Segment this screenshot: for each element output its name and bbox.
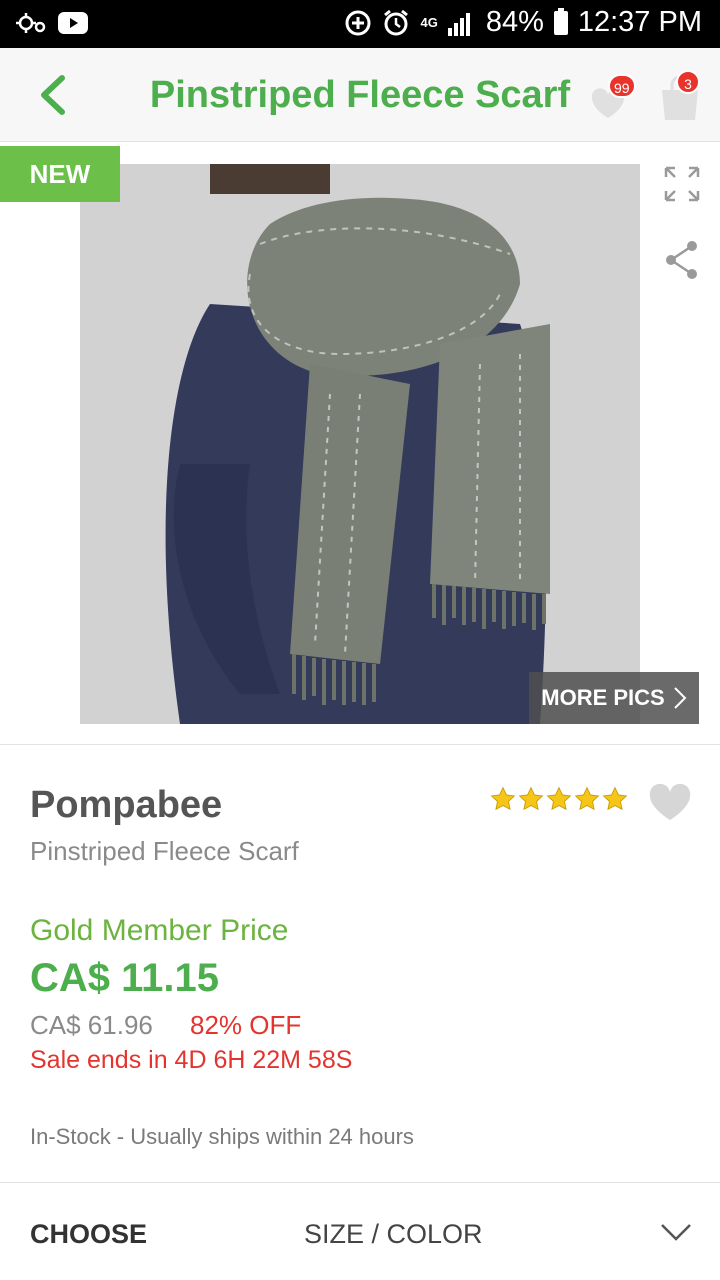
brand-name[interactable]: Pompabee (30, 784, 222, 827)
chevron-down-icon (661, 1224, 691, 1241)
star-rating[interactable] (490, 786, 628, 812)
star-icon (602, 786, 628, 811)
expand-icon (664, 166, 700, 202)
page-title: Pinstriped Fleece Scarf (149, 74, 571, 116)
chevron-right-icon (674, 687, 687, 709)
product-name: Pinstriped Fleece Scarf (30, 836, 299, 866)
more-pics-label: MORE PICS (541, 685, 665, 710)
stock-status: In-Stock - Usually ships within 24 hours (30, 1124, 414, 1149)
new-badge: NEW (0, 146, 120, 202)
star-icon (546, 786, 572, 811)
data-saver-icon (345, 10, 371, 35)
sale-countdown: Sale ends in 4D 6H 22M 58S (30, 1046, 353, 1074)
back-button[interactable] (32, 70, 80, 120)
share-icon (666, 241, 697, 279)
app-header: Pinstriped Fleece Scarf 99 3 (0, 48, 720, 142)
heart-icon (649, 783, 691, 820)
size-color-label: SIZE / COLOR (304, 1219, 483, 1249)
youtube-icon (58, 12, 88, 34)
wishlist-count-badge: 99 (608, 74, 636, 98)
share-button[interactable] (664, 240, 700, 280)
add-to-favorites-button[interactable] (648, 783, 692, 824)
member-price-label: Gold Member Price (30, 914, 289, 947)
discount-label: 82% OFF (190, 1010, 302, 1040)
cart-button[interactable]: 3 (656, 70, 704, 122)
battery-percent: 84% (485, 6, 544, 38)
network-type: 4G (420, 15, 438, 30)
original-price: CA$ 61.96 (30, 1010, 153, 1040)
signal-icon (447, 12, 470, 36)
fullscreen-button[interactable] (662, 164, 702, 204)
scarf-photo (80, 164, 640, 724)
star-icon (574, 786, 600, 811)
current-price: CA$ 11.15 (30, 956, 220, 1000)
star-icon (490, 786, 516, 811)
wishlist-button[interactable]: 99 (586, 74, 638, 122)
cart-count-badge: 3 (676, 70, 700, 94)
more-pics-button[interactable]: MORE PICS (529, 672, 699, 724)
sync-icon (16, 13, 46, 33)
product-gallery: NEW MORE PICS (0, 142, 720, 745)
clock: 12:37 PM (577, 6, 702, 38)
choose-size-color-row[interactable]: CHOOSE SIZE / COLOR (0, 1182, 720, 1280)
product-image[interactable] (80, 164, 640, 724)
choose-label: CHOOSE (30, 1219, 148, 1249)
chevron-left-icon (41, 75, 65, 115)
status-left-icons (14, 10, 88, 36)
status-bar: 4G 84% 12:37 PM (0, 0, 720, 48)
alarm-icon (384, 9, 409, 35)
battery-icon (553, 7, 568, 35)
star-icon (518, 786, 544, 811)
status-right-icons: 4G 84% 12:37 PM (344, 6, 702, 39)
